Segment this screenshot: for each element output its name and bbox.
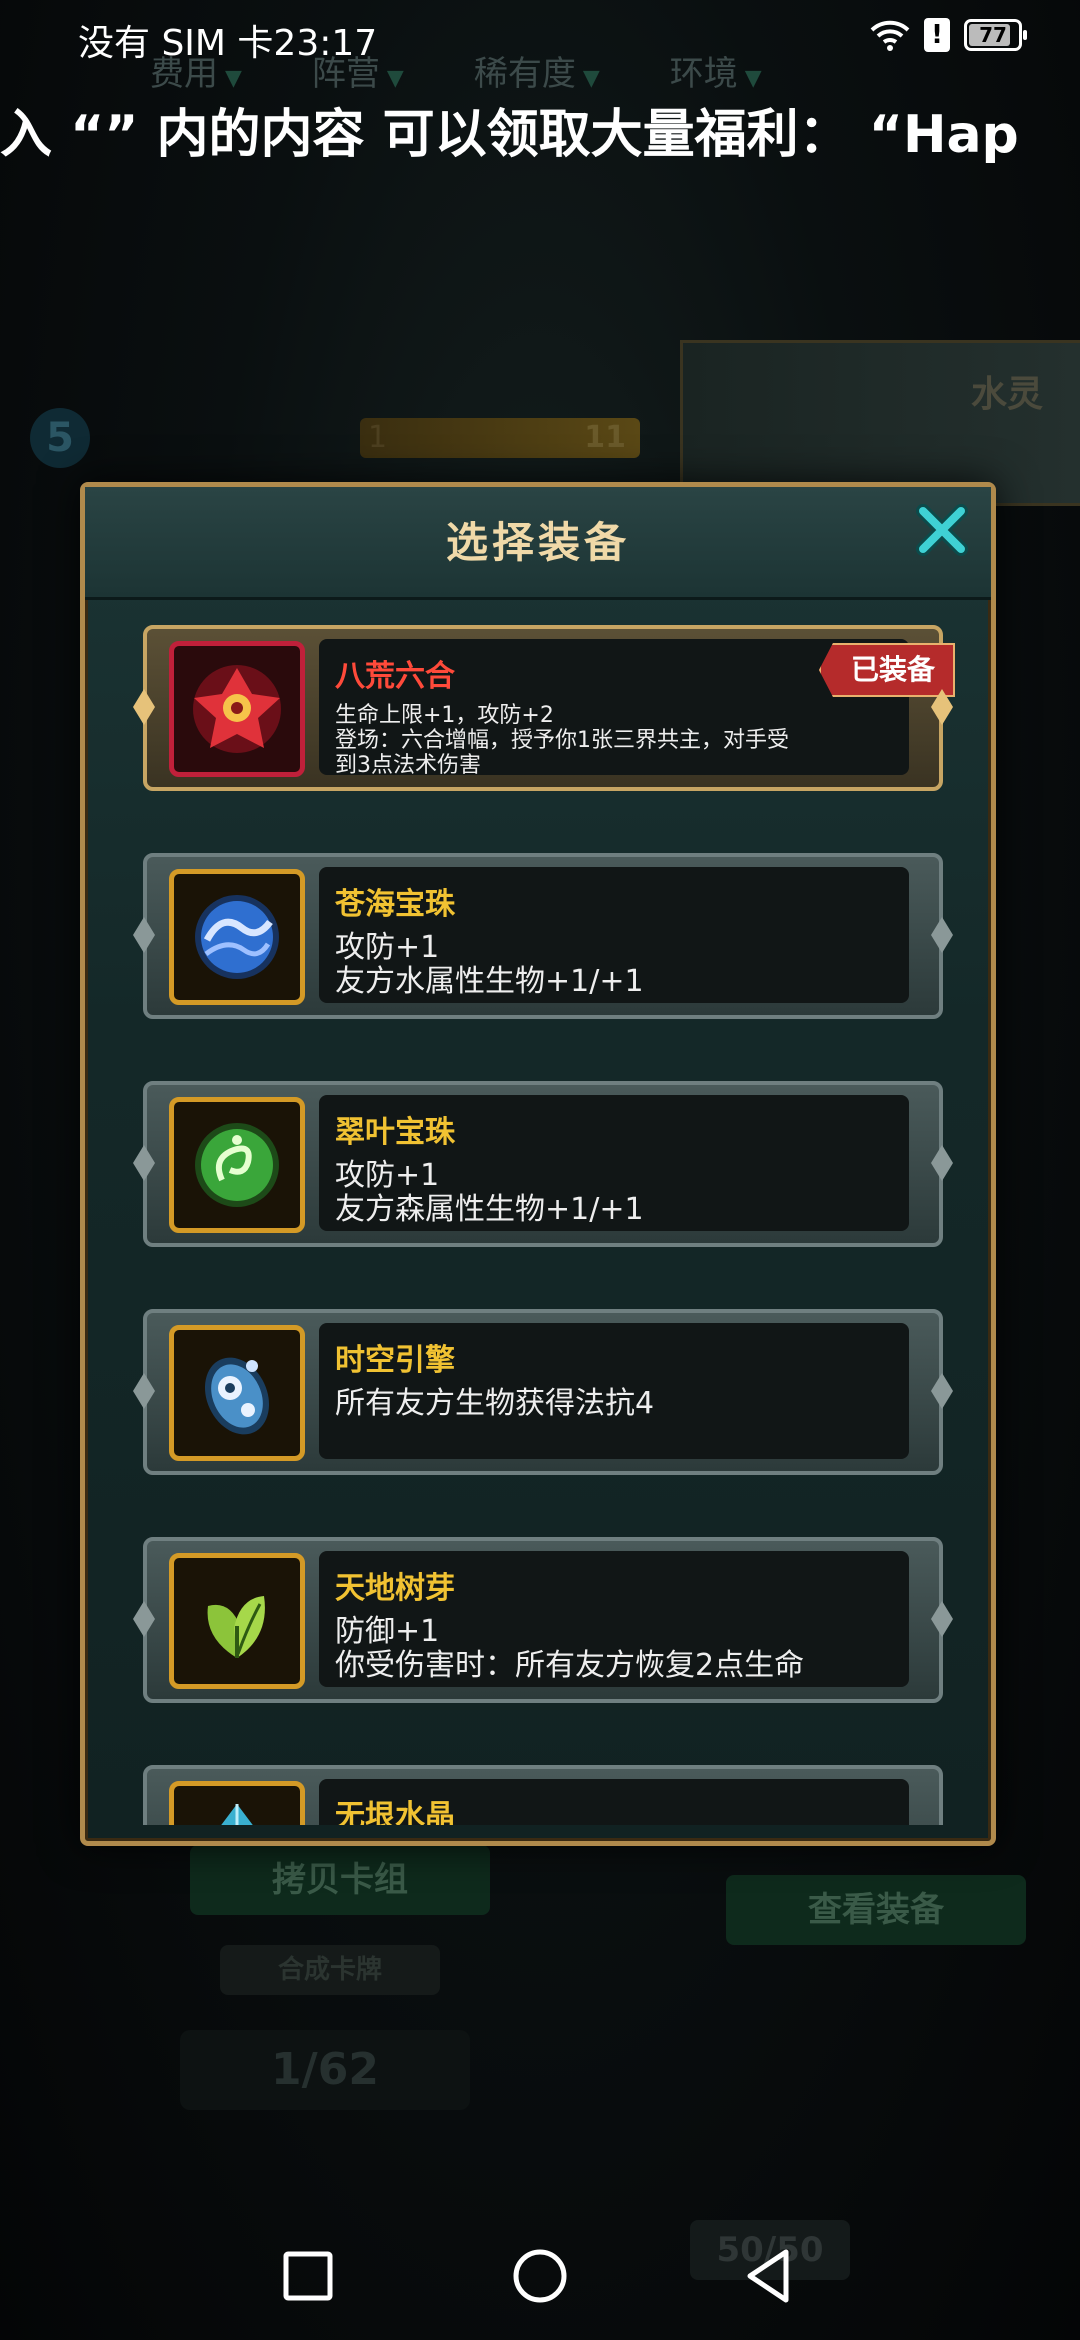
carrier-time: 没有 SIM 卡23:17 xyxy=(78,23,378,64)
cost-badge: 5 xyxy=(30,408,90,468)
status-icons: ! 77 xyxy=(870,18,1027,52)
equipment-name: 时空引擎 xyxy=(335,1343,455,1378)
equipment-name: 翠叶宝珠 xyxy=(335,1115,455,1150)
equipment-description: 攻防+1 友方水属性生物+1/+1 xyxy=(335,930,644,999)
recent-apps-icon[interactable] xyxy=(278,2246,338,2306)
close-icon[interactable] xyxy=(911,499,973,561)
time-engine-icon xyxy=(169,1325,305,1461)
equipment-item-bahuang-liuhe[interactable]: 八荒六合 生命上限+1，攻防+2 登场：六合增幅，授予你1张三界共主，对手受 到… xyxy=(143,625,955,791)
equipment-info: 八荒六合 生命上限+1，攻防+2 登场：六合增幅，授予你1张三界共主，对手受 到… xyxy=(319,639,909,778)
equipment-item-canghai-baozhu[interactable]: 苍海宝珠 攻防+1 友方水属性生物+1/+1 xyxy=(143,853,943,1019)
craft-card-button: 合成卡牌 xyxy=(220,1945,440,1995)
equipment-item-cuiye-baozhu[interactable]: 翠叶宝珠 攻防+1 友方森属性生物+1/+1 xyxy=(143,1081,943,1247)
battery-level: 77 xyxy=(979,23,1007,47)
alert-icon: ! xyxy=(924,18,950,52)
status-bar: 没有 SIM 卡23:17 ! 77 xyxy=(0,0,1080,76)
level-label: 1 xyxy=(368,420,388,455)
leaf-sprout-icon xyxy=(169,1553,305,1689)
level-bar: 1 11 xyxy=(360,418,640,458)
card-count: 1/62 xyxy=(180,2030,470,2110)
crimson-emblem-icon xyxy=(169,641,305,777)
equipment-description: 所有友方生物获得法抗4 xyxy=(335,1386,655,1421)
home-icon[interactable] xyxy=(510,2246,570,2306)
blue-orb-icon xyxy=(169,869,305,1005)
equipment-info: 时空引擎 所有友方生物获得法抗4 xyxy=(319,1323,909,1459)
select-equipment-modal: 选择装备 八荒六合 生命上限+1，攻防+2 登场：六合增幅，授予你1张三界共主，… xyxy=(80,482,996,1846)
equipment-name: 八荒六合 xyxy=(335,659,455,694)
modal-title: 选择装备 xyxy=(445,518,630,567)
copy-deck-button: 拷贝卡组 xyxy=(190,1845,490,1915)
equipment-description: 攻防+1 友方森属性生物+1/+1 xyxy=(335,1158,644,1227)
level-value: 11 xyxy=(584,420,626,455)
equipment-description: 生命上限+1，攻防+2 登场：六合增幅，授予你1张三界共主，对手受 到3点法术伤… xyxy=(335,703,789,778)
equipment-info: 翠叶宝珠 攻防+1 友方森属性生物+1/+1 xyxy=(319,1095,909,1231)
back-icon[interactable] xyxy=(740,2246,800,2306)
system-nav-bar xyxy=(0,2214,1080,2340)
equipment-item-tiandi-shuya[interactable]: 天地树芽 防御+1 你受伤害时：所有友方恢复2点生命 xyxy=(143,1537,943,1703)
equipment-name: 苍海宝珠 xyxy=(335,887,455,922)
hero-name: 水灵 xyxy=(970,374,1043,415)
battery-icon: 77 xyxy=(964,19,1027,51)
equipment-list[interactable]: 八荒六合 生命上限+1，攻防+2 登场：六合增幅，授予你1张三界共主，对手受 到… xyxy=(85,615,991,1825)
equipment-item-shikong-yinqing[interactable]: 时空引擎 所有友方生物获得法抗4 xyxy=(143,1309,943,1475)
equipment-info: 苍海宝珠 攻防+1 友方水属性生物+1/+1 xyxy=(319,867,909,1003)
equipment-name: 无垠水晶 xyxy=(335,1799,455,1825)
equipment-info: 天地树芽 防御+1 你受伤害时：所有友方恢复2点生命 xyxy=(319,1551,909,1687)
crystal-icon xyxy=(169,1781,305,1825)
wifi-icon xyxy=(870,20,910,51)
equipment-item-wuyin-shuijing[interactable]: 无垠水晶 xyxy=(143,1765,943,1825)
modal-header: 选择装备 xyxy=(85,487,991,600)
equipment-description: 防御+1 你受伤害时：所有友方恢复2点生命 xyxy=(335,1614,805,1683)
equipped-badge: 已装备 xyxy=(818,643,955,697)
view-equipment-button: 查看装备 xyxy=(726,1875,1026,1945)
equipment-name: 天地树芽 xyxy=(335,1571,455,1606)
announcement-marquee: 入 “” 内的内容 可以领取大量福利： “Hap xyxy=(0,105,1019,165)
equipment-info: 无垠水晶 xyxy=(319,1779,909,1825)
green-orb-icon xyxy=(169,1097,305,1233)
